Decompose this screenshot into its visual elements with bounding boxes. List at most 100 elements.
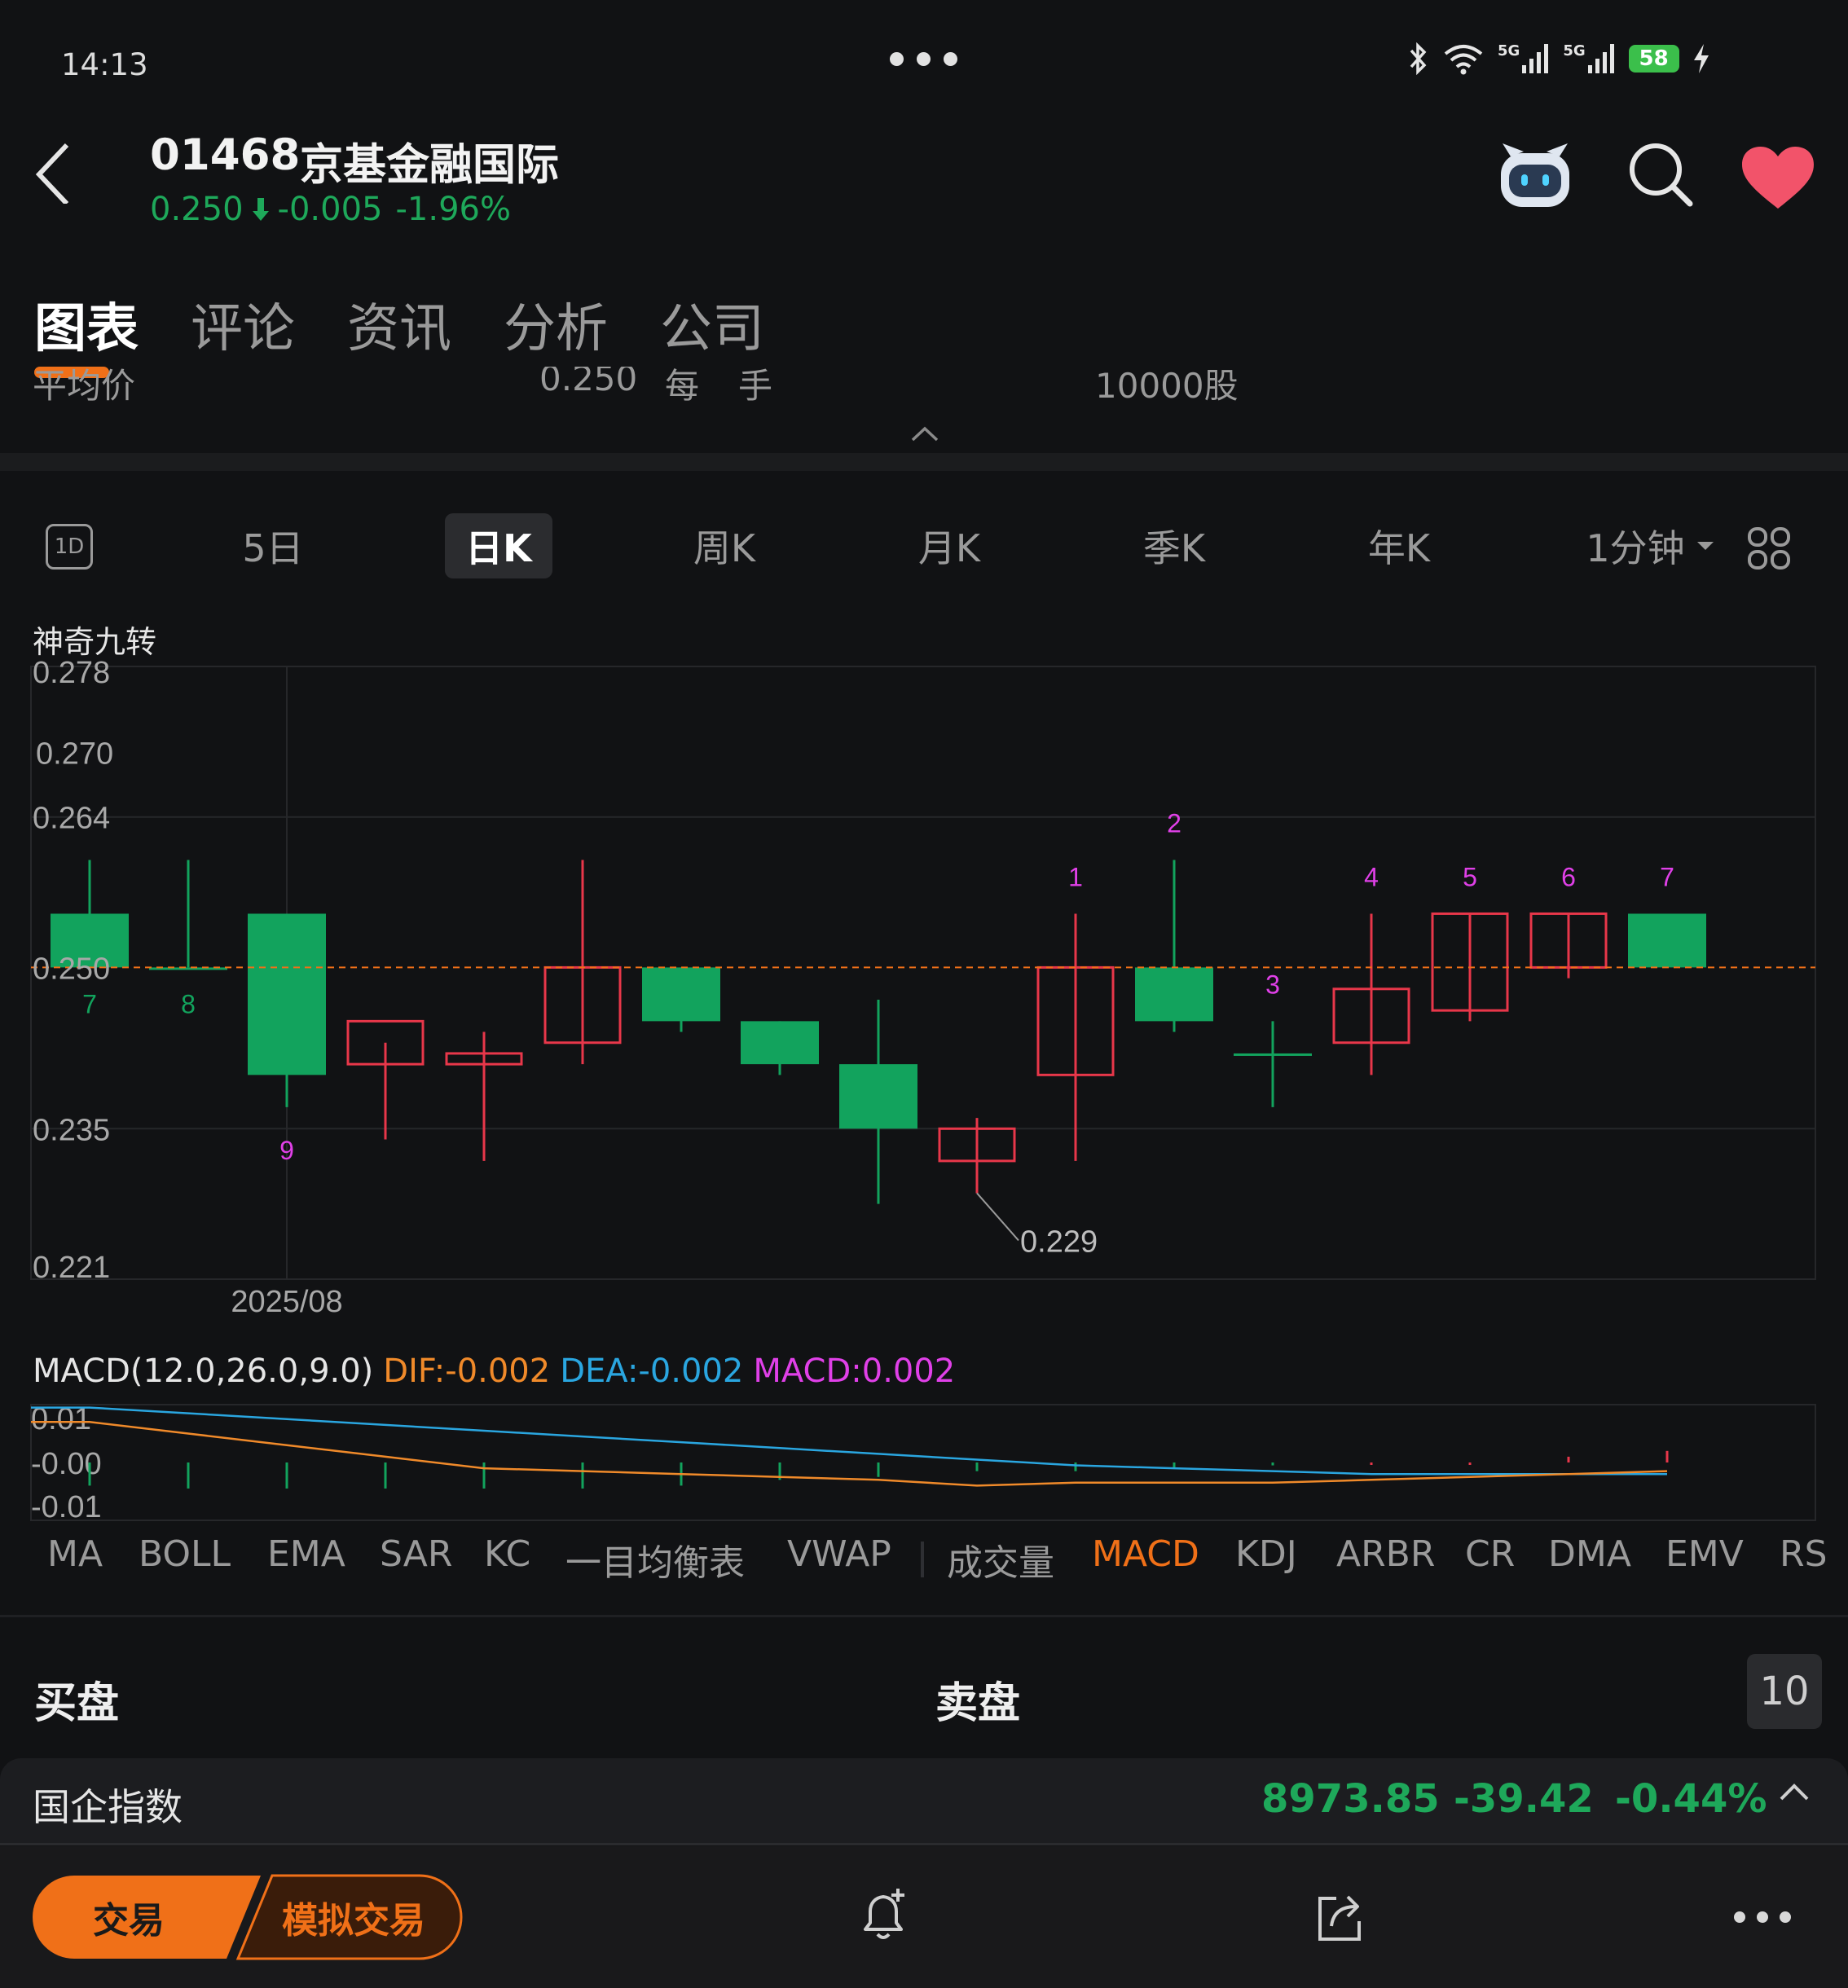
indicator-emv[interactable]: EMV xyxy=(1665,1533,1744,1575)
search-button[interactable] xyxy=(1626,140,1695,212)
tab-comments[interactable]: 评论 xyxy=(191,287,295,362)
nine-turn-count: 4 xyxy=(1364,862,1379,891)
macd-dea-value: DEA:-0.002 xyxy=(560,1352,744,1390)
layout-grid-button[interactable] xyxy=(1747,526,1791,574)
macd-dif-value: DIF:-0.002 xyxy=(383,1352,551,1390)
trade-button[interactable]: 交易 xyxy=(31,1874,227,1960)
indicator-sar[interactable]: SAR xyxy=(380,1533,452,1575)
intraday-1d-button[interactable]: 1D xyxy=(46,524,93,570)
indicator-cr[interactable]: CR xyxy=(1465,1533,1515,1575)
indicator-boll[interactable]: BOLL xyxy=(139,1533,231,1575)
indicator-arbr[interactable]: ARBR xyxy=(1336,1533,1435,1575)
chevron-left-icon xyxy=(35,143,69,206)
y-tick-label: 0.278 xyxy=(33,656,110,690)
indicator-separator xyxy=(921,1542,924,1577)
index-expand-button[interactable] xyxy=(1780,1783,1809,1804)
depth-level-button[interactable]: 10 xyxy=(1747,1654,1822,1729)
nine-turn-count: 5 xyxy=(1463,862,1477,891)
candle-body xyxy=(248,913,326,1075)
ai-assistant-robot-icon[interactable] xyxy=(1496,140,1574,213)
lot-label-2: 手 xyxy=(738,367,773,406)
indicator-vwap[interactable]: VWAP xyxy=(787,1533,891,1575)
quote-line: 0.250 -0.005 -1.96% xyxy=(150,191,511,228)
indicator-ma[interactable]: MA xyxy=(47,1533,103,1575)
bid-label: 买盘 xyxy=(34,1679,120,1728)
macd-y-tick: -0.00 xyxy=(31,1447,102,1481)
indicator-ema[interactable]: EMA xyxy=(267,1533,345,1575)
period-monthly-k[interactable]: 月K xyxy=(904,513,994,578)
period-5day[interactable]: 5日 xyxy=(228,513,318,578)
indicator-kdj[interactable]: KDJ xyxy=(1235,1533,1297,1575)
nine-turn-count: 1 xyxy=(1068,862,1083,891)
section-divider xyxy=(0,453,1848,471)
network-type-1: 5G xyxy=(1498,42,1520,59)
indicator-ichimoku[interactable]: 一目均衡表 xyxy=(565,1533,745,1586)
nine-turn-count: 2 xyxy=(1167,808,1181,838)
x-axis-date-label: 2025/08 xyxy=(231,1285,342,1319)
macd-legend: MACD(12.0,26.0,9.0) DIF:-0.002 DEA:-0.00… xyxy=(33,1352,955,1390)
indicator-volume[interactable]: 成交量 xyxy=(947,1533,1054,1586)
arrow-down-icon xyxy=(252,198,269,221)
period-quarterly-k[interactable]: 季K xyxy=(1129,513,1219,578)
candles xyxy=(31,860,1815,1204)
index-change: -39.42 xyxy=(1454,1776,1594,1822)
period-daily-k[interactable]: 日K xyxy=(445,513,552,578)
chevron-up-icon xyxy=(911,426,939,442)
nine-turn-count: 3 xyxy=(1265,970,1280,999)
nine-turn-count: 7 xyxy=(82,989,97,1018)
interval-value: 1分钟 xyxy=(1586,526,1685,570)
more-options-button[interactable] xyxy=(1734,1911,1791,1923)
simulated-trade-button[interactable]: 模拟交易 xyxy=(244,1874,463,1960)
search-icon xyxy=(1630,143,1693,207)
charging-icon xyxy=(1693,44,1709,73)
section-tabs: 图表 评论 资讯 分析 公司 xyxy=(34,287,764,378)
macd-dif-line xyxy=(31,1421,1668,1487)
y-tick-label: 0.270 xyxy=(36,737,113,772)
min-annotation-leader xyxy=(976,1192,1019,1242)
lot-label-1: 每 xyxy=(665,367,700,406)
macd-y-tick: -0.01 xyxy=(31,1490,102,1524)
candlestick-chart[interactable]: 0.278 0.270 0.264 0.250 0.235 0.221 2025/08 7 8 9… xyxy=(0,652,1848,1320)
more-dots-icon[interactable] xyxy=(890,52,957,66)
chevron-up-icon xyxy=(1780,1783,1809,1801)
candle-body xyxy=(1234,1053,1312,1056)
tab-analysis[interactable]: 分析 xyxy=(504,287,608,362)
wifi-icon xyxy=(1444,45,1483,75)
index-change-pct: -0.44% xyxy=(1615,1776,1767,1822)
interval-dropdown[interactable]: 1分钟 xyxy=(1581,513,1719,578)
index-ticker-bar[interactable]: 国企指数 8973.85 -39.42 -0.44% xyxy=(0,1758,1848,1843)
period-weekly-k[interactable]: 周K xyxy=(680,513,769,578)
indicator-dma[interactable]: DMA xyxy=(1548,1533,1631,1575)
price-alert-button[interactable] xyxy=(857,1887,909,1947)
indicator-strip: MA BOLL EMA SAR KC 一目均衡表 VWAP 成交量 MACD K… xyxy=(0,1533,1825,1586)
macd-chart[interactable]: 0.01-0.00-0.01 xyxy=(0,1398,1848,1528)
bottom-action-bar: 交易 模拟交易 xyxy=(0,1846,1848,1988)
bluetooth-icon xyxy=(1410,42,1427,75)
battery-indicator: 58 xyxy=(1628,45,1679,73)
candle-body xyxy=(839,1064,917,1129)
price-change-pct: -1.96% xyxy=(395,191,511,228)
avg-price-label: 平均价 xyxy=(33,367,136,406)
collapse-details-button[interactable] xyxy=(911,425,939,445)
y-tick-label: 0.250 xyxy=(33,952,110,986)
tab-chart[interactable]: 图表 xyxy=(34,287,139,378)
favorite-button[interactable] xyxy=(1740,145,1815,213)
period-yearly-k[interactable]: 年K xyxy=(1354,513,1444,578)
back-button[interactable] xyxy=(29,139,86,212)
y-tick-label: 0.264 xyxy=(33,802,110,836)
tab-news[interactable]: 资讯 xyxy=(347,287,451,362)
indicator-kc[interactable]: KC xyxy=(484,1533,530,1575)
indicator-macd[interactable]: MACD xyxy=(1092,1533,1199,1575)
ask-label: 卖盘 xyxy=(935,1679,1021,1728)
y-tick-label: 0.221 xyxy=(33,1251,110,1285)
candle-body xyxy=(741,1021,819,1065)
tab-company[interactable]: 公司 xyxy=(660,287,764,362)
last-price: 0.250 xyxy=(150,191,244,228)
candle-body xyxy=(1628,913,1706,968)
stock-name: 京基金融国际 xyxy=(300,140,559,190)
candle-body xyxy=(1135,967,1213,1022)
avg-price-value: 0.250 xyxy=(539,367,638,398)
grid-icon xyxy=(1748,527,1790,570)
share-button[interactable] xyxy=(1313,1890,1366,1947)
indicator-rsi[interactable]: RS xyxy=(1780,1533,1825,1575)
